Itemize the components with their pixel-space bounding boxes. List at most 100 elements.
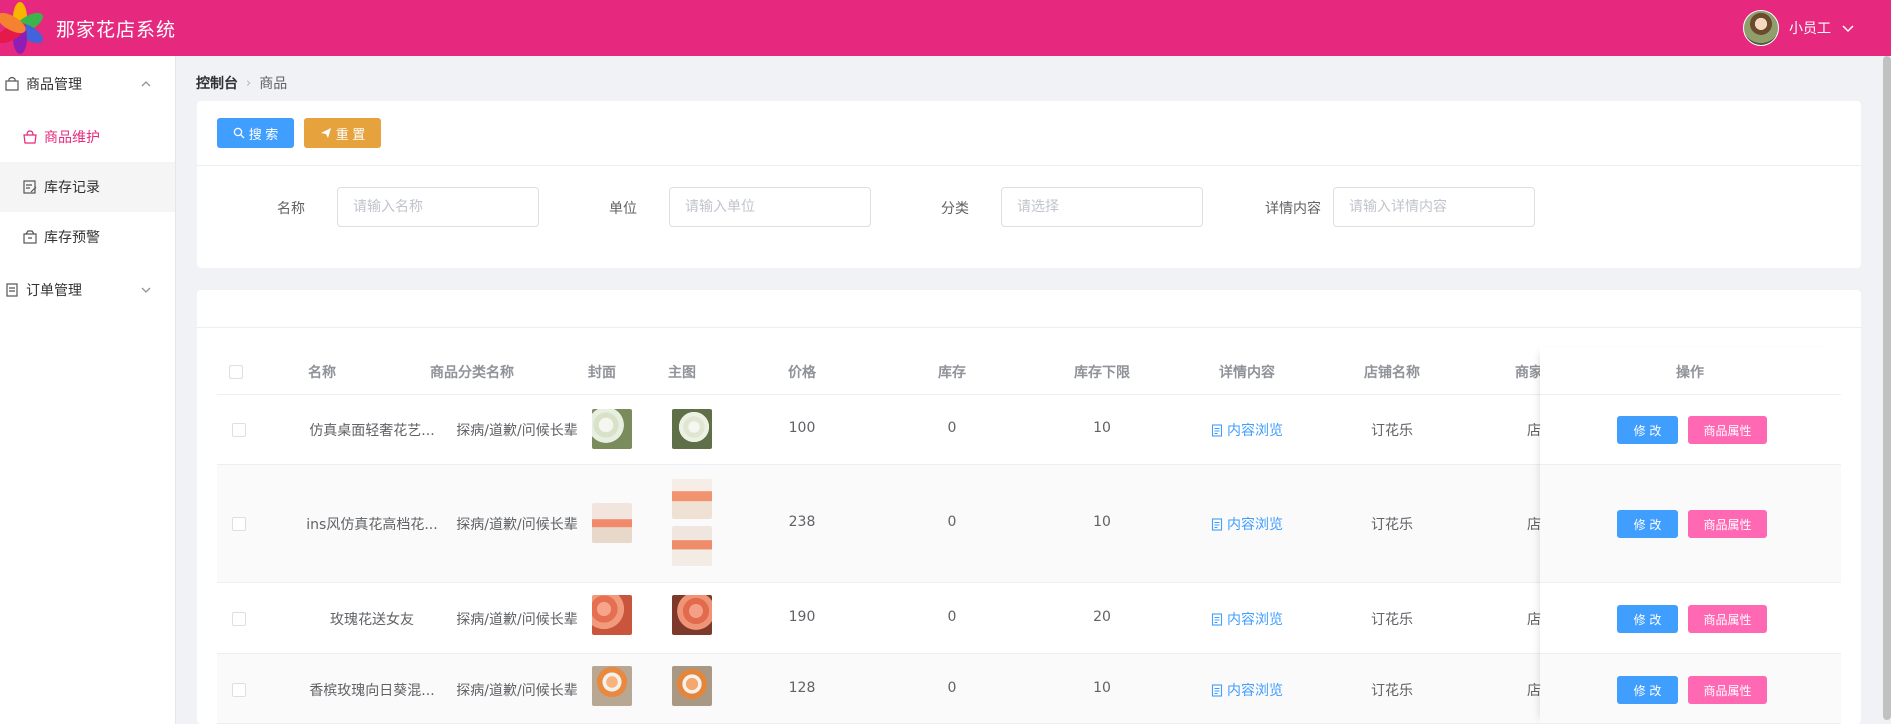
cell-merchant: 店 <box>1527 612 1541 628</box>
detail-input[interactable] <box>1333 187 1535 227</box>
cell-price: 238 <box>788 514 816 530</box>
logo-icon <box>0 2 43 54</box>
attributes-button[interactable]: 商品属性 <box>1688 605 1767 633</box>
column-header-merchant[interactable]: 商家 <box>1515 362 1540 382</box>
top-header: 那家花店系统 小员工 <box>0 0 1891 56</box>
sidebar: 商品管理 商品维护 库存记录 库存预警 订单管理 <box>0 56 176 724</box>
cover-image[interactable] <box>592 666 632 706</box>
detail-link-label: 内容浏览 <box>1227 612 1283 628</box>
column-header-detail[interactable]: 详情内容 <box>1187 362 1307 382</box>
breadcrumb-separator: › <box>246 75 252 91</box>
edit-button[interactable]: 修 改 <box>1617 416 1678 444</box>
sidebar-item-stock-alert[interactable]: 库存预警 <box>0 212 175 262</box>
table-topbar <box>197 290 1861 328</box>
column-header-price[interactable]: 价格 <box>747 362 857 382</box>
cell-min-stock: 10 <box>1093 680 1111 696</box>
bag-icon <box>5 76 19 91</box>
column-header-shop[interactable]: 店铺名称 <box>1332 362 1452 382</box>
cover-image[interactable] <box>592 409 632 449</box>
cell-stock: 0 <box>947 420 957 436</box>
select-all-checkbox[interactable] <box>229 365 243 379</box>
detail-link[interactable]: 内容浏览 <box>1187 420 1307 440</box>
cell-price: 100 <box>788 420 816 436</box>
cell-category: 探病/道歉/问候长辈 <box>456 612 578 628</box>
row-checkbox[interactable] <box>232 612 246 626</box>
user-menu[interactable]: 小员工 <box>1743 9 1855 47</box>
row-checkbox[interactable] <box>232 683 246 697</box>
detail-link[interactable]: 内容浏览 <box>1187 609 1307 629</box>
reset-button-label: 重 置 <box>335 126 366 142</box>
unit-input[interactable] <box>669 187 871 227</box>
edit-button[interactable]: 修 改 <box>1617 605 1678 633</box>
sidebar-item-label: 库存预警 <box>44 230 100 246</box>
detail-link[interactable]: 内容浏览 <box>1187 514 1307 534</box>
edit-list-icon <box>23 180 37 194</box>
column-header-actions: 操作 <box>1676 365 1704 381</box>
cell-shop: 订花乐 <box>1371 517 1413 533</box>
column-header-min-stock[interactable]: 库存下限 <box>1047 362 1157 382</box>
main-image[interactable] <box>672 409 712 449</box>
filter-row: 名称 单位 分类 详情内容 <box>197 187 1861 227</box>
cell-category: 探病/道歉/问候长辈 <box>456 517 578 533</box>
sidebar-item-label: 库存记录 <box>44 180 100 196</box>
send-icon <box>320 128 331 138</box>
cell-stock: 0 <box>947 514 957 530</box>
cell-category: 探病/道歉/问候长辈 <box>456 683 578 699</box>
row-checkbox[interactable] <box>232 423 246 437</box>
chevron-up-icon <box>141 81 151 87</box>
cell-shop: 订花乐 <box>1371 612 1413 628</box>
column-header-stock[interactable]: 库存 <box>897 362 1007 382</box>
detail-link-label: 内容浏览 <box>1227 683 1283 699</box>
chevron-down-icon[interactable] <box>1841 21 1855 35</box>
column-header-category[interactable]: 商品分类名称 <box>397 362 547 382</box>
user-name[interactable]: 小员工 <box>1789 18 1831 38</box>
cell-shop: 订花乐 <box>1371 683 1413 699</box>
cell-stock: 0 <box>947 680 957 696</box>
column-header-cover[interactable]: 封面 <box>572 362 632 382</box>
attributes-button[interactable]: 商品属性 <box>1688 676 1767 704</box>
sidebar-group-goods[interactable]: 商品管理 <box>0 56 175 112</box>
avatar[interactable] <box>1743 10 1779 46</box>
doc-link-icon <box>1211 683 1223 697</box>
sidebar-group-orders[interactable]: 订单管理 <box>0 262 175 318</box>
column-header-name[interactable]: 名称 <box>247 362 397 382</box>
cover-image[interactable] <box>592 595 632 635</box>
breadcrumb-root[interactable]: 控制台 <box>196 73 238 93</box>
sidebar-item-stock-records[interactable]: 库存记录 <box>0 162 175 212</box>
chevron-down-icon <box>141 287 151 293</box>
sidebar-group-label: 订单管理 <box>26 283 82 299</box>
category-select[interactable] <box>1001 187 1203 227</box>
table-panel: 名称 商品分类名称 封面 主图 价格 库存 库存下限 详情内容 店铺名称 商家 … <box>197 290 1861 724</box>
cell-min-stock: 10 <box>1093 420 1111 436</box>
cell-min-stock: 10 <box>1093 514 1111 530</box>
cell-merchant: 店 <box>1527 517 1541 533</box>
main-image[interactable] <box>672 666 712 706</box>
page-scrollbar[interactable] <box>1883 56 1891 720</box>
main-image[interactable] <box>672 595 712 635</box>
search-panel: 搜 索 重 置 名称 单位 分类 详情内容 <box>197 101 1861 268</box>
edit-button[interactable]: 修 改 <box>1617 510 1678 538</box>
attributes-button[interactable]: 商品属性 <box>1688 416 1767 444</box>
breadcrumb: 控制台 › 商品 <box>196 73 287 93</box>
sidebar-item-goods-maintain[interactable]: 商品维护 <box>0 112 175 162</box>
doc-link-icon <box>1211 517 1223 531</box>
reset-button[interactable]: 重 置 <box>304 118 381 148</box>
row-checkbox[interactable] <box>232 517 246 531</box>
main-image[interactable] <box>672 526 712 566</box>
search-button[interactable]: 搜 索 <box>217 118 294 148</box>
sidebar-group-label: 商品管理 <box>26 77 82 93</box>
name-input[interactable] <box>337 187 539 227</box>
main-image[interactable] <box>672 479 712 519</box>
cover-image[interactable] <box>592 503 632 543</box>
edit-button[interactable]: 修 改 <box>1617 676 1678 704</box>
app-title: 那家花店系统 <box>56 19 177 41</box>
shopping-bag-icon <box>23 130 37 144</box>
attributes-button[interactable]: 商品属性 <box>1688 510 1767 538</box>
doc-link-icon <box>1211 612 1223 626</box>
cell-price: 190 <box>788 609 816 625</box>
detail-link-label: 内容浏览 <box>1227 423 1283 439</box>
filter-label-unit: 单位 <box>609 201 637 217</box>
column-header-main-image[interactable]: 主图 <box>652 362 712 382</box>
cell-shop: 订花乐 <box>1371 423 1413 439</box>
detail-link[interactable]: 内容浏览 <box>1187 680 1307 700</box>
